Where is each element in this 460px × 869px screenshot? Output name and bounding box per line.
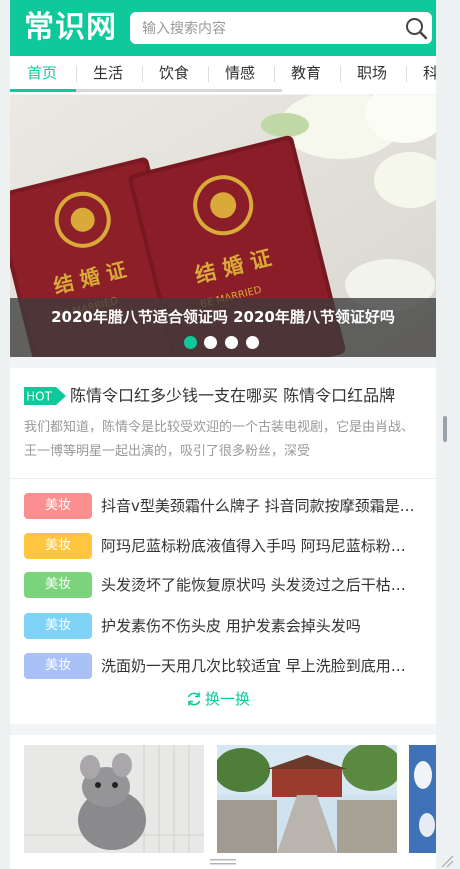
nav-item-food[interactable]: 饮食 xyxy=(159,56,189,90)
page: 常识网 首页 生活 饮食 情感 教育 职场 科 xyxy=(10,0,436,869)
category-tag[interactable]: 美妆 xyxy=(24,653,92,679)
resize-grip-icon[interactable] xyxy=(440,854,454,868)
nav-divider xyxy=(142,66,143,82)
list-item-title[interactable]: 阿玛尼蓝标粉底液值得入手吗 阿玛尼蓝标粉底液好用吗 xyxy=(101,533,419,559)
search-icon[interactable] xyxy=(404,16,428,40)
banner-carousel[interactable]: 结 婚 证 BE MARRIED 结 婚 证 BE MARRIED 2020年腊… xyxy=(10,95,436,357)
chinchilla-thumbnail[interactable] xyxy=(24,745,204,853)
carousel-dot-1[interactable] xyxy=(184,336,197,349)
search-box[interactable] xyxy=(130,12,432,46)
nav-item-life[interactable]: 生活 xyxy=(93,56,123,90)
scrollbar-thumb[interactable] xyxy=(443,416,447,442)
header: 常识网 xyxy=(10,0,436,56)
list-item-title[interactable]: 抖音v型美颈霜什么牌子 抖音同款按摩颈霜是什么 xyxy=(101,493,419,519)
nav-active-indicator xyxy=(10,89,76,92)
list-item-title[interactable]: 头发烫坏了能恢复原状吗 头发烫过之后干枯怎么办 xyxy=(101,572,419,598)
nav-item-workplace[interactable]: 职场 xyxy=(357,56,387,90)
category-tag[interactable]: 美妆 xyxy=(24,613,92,639)
nav-divider xyxy=(406,66,407,82)
divider xyxy=(10,478,436,479)
nav-item-home[interactable]: 首页 xyxy=(27,56,57,90)
banner-caption-bar: 2020年腊八节适合领证吗 2020年腊八节领证好吗 xyxy=(10,298,436,357)
refresh-button[interactable]: 换一换 xyxy=(186,688,250,710)
nav-divider xyxy=(208,66,209,82)
hot-badge: HOT xyxy=(24,387,66,405)
refresh-icon xyxy=(187,692,201,706)
article-card: HOT 陈情令口红多少钱一支在哪买 陈情令口红品牌 我们都知道，陈情令是比较受欢… xyxy=(10,368,436,724)
category-tag[interactable]: 美妆 xyxy=(24,572,92,598)
nav-item-emotion[interactable]: 情感 xyxy=(225,56,255,90)
search-input[interactable] xyxy=(140,12,394,46)
site-logo[interactable]: 常识网 xyxy=(24,9,117,47)
nav-item-education[interactable]: 教育 xyxy=(291,56,321,90)
carousel-dot-4[interactable] xyxy=(246,336,259,349)
category-tag[interactable]: 美妆 xyxy=(24,533,92,559)
nav-divider xyxy=(340,66,341,82)
category-nav: 首页 生活 饮食 情感 教育 职场 科 xyxy=(10,56,436,94)
list-item-title[interactable]: 洗面奶一天用几次比较适宜 早上洗脸到底用不用洗面奶 xyxy=(101,653,419,679)
drag-handle-icon[interactable] xyxy=(210,857,236,867)
refresh-label: 换一换 xyxy=(205,690,251,708)
hot-article[interactable]: HOT 陈情令口红多少钱一支在哪买 陈情令口红品牌 xyxy=(24,384,424,408)
nav-item-science[interactable]: 科 xyxy=(423,56,436,90)
nav-divider xyxy=(274,66,275,82)
carousel-dot-3[interactable] xyxy=(225,336,238,349)
hot-article-summary: 我们都知道，陈情令是比较受欢迎的一个古装电视剧，它是由肖战、王一博等明星一起出演… xyxy=(24,420,415,459)
category-tag[interactable]: 美妆 xyxy=(24,493,92,519)
flower-thumbnail[interactable] xyxy=(409,745,436,853)
list-item[interactable]: 美妆 头发烫坏了能恢复原状吗 头发烫过之后干枯怎么办 xyxy=(24,572,422,598)
list-item[interactable]: 美妆 阿玛尼蓝标粉底液值得入手吗 阿玛尼蓝标粉底液好用吗 xyxy=(24,533,422,559)
hot-article-title[interactable]: 陈情令口红多少钱一支在哪买 陈情令口红品牌 xyxy=(70,384,420,408)
list-item[interactable]: 美妆 护发素伤不伤头皮 用护发素会掉头发吗 xyxy=(24,613,422,639)
hot-badge-text: HOT xyxy=(26,390,52,404)
palace-thumbnail[interactable] xyxy=(217,745,397,853)
list-item[interactable]: 美妆 洗面奶一天用几次比较适宜 早上洗脸到底用不用洗面奶 xyxy=(24,653,422,679)
list-item[interactable]: 美妆 抖音v型美颈霜什么牌子 抖音同款按摩颈霜是什么 xyxy=(24,493,422,519)
nav-divider xyxy=(76,66,77,82)
list-item-title[interactable]: 护发素伤不伤头皮 用护发素会掉头发吗 xyxy=(101,613,419,639)
banner-caption[interactable]: 2020年腊八节适合领证吗 2020年腊八节领证好吗 xyxy=(10,306,436,327)
image-gallery xyxy=(10,735,436,869)
carousel-dot-2[interactable] xyxy=(204,336,217,349)
